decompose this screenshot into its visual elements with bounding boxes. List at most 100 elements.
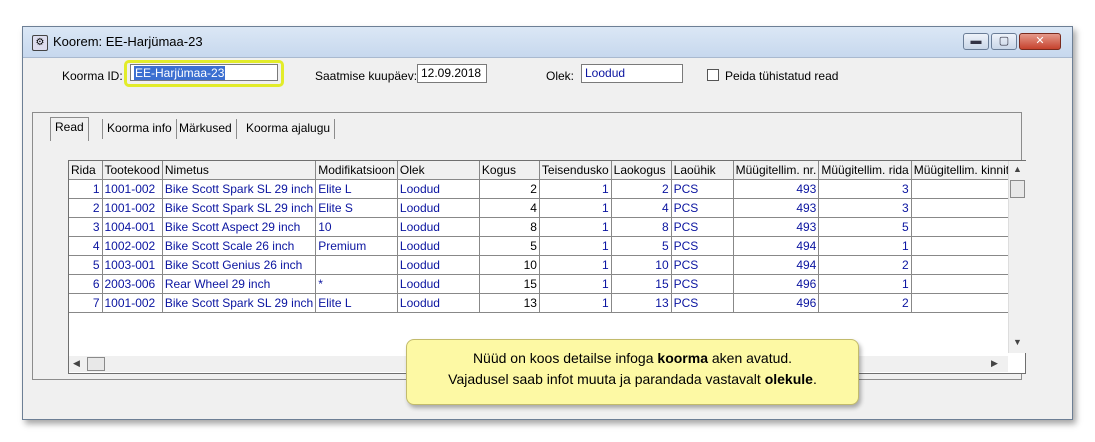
table-cell[interactable]: 4 xyxy=(69,236,103,256)
vertical-scrollbar[interactable]: ▲ ▼ xyxy=(1008,161,1026,353)
tab-koorma-ajalugu[interactable]: Koorma ajalugu xyxy=(242,119,336,139)
table-cell[interactable]: Bike Scott Aspect 29 inch xyxy=(162,217,317,237)
table-cell[interactable]: Premium xyxy=(315,236,398,256)
table-cell[interactable]: 1 xyxy=(539,236,612,256)
table-cell[interactable]: 7 xyxy=(69,293,103,313)
table-cell[interactable]: 4 xyxy=(479,198,540,218)
table-row[interactable]: 6 2003-006 Rear Wheel 29 inch * Loodud 15 1 15 P… xyxy=(69,274,1025,294)
table-cell[interactable]: * xyxy=(315,274,398,294)
table-cell[interactable]: 10 xyxy=(315,217,398,237)
table-cell[interactable]: PCS xyxy=(671,179,734,199)
col-header-rida[interactable]: Rida xyxy=(69,161,103,180)
table-cell[interactable]: 496 xyxy=(733,274,820,294)
table-cell[interactable]: Bike Scott Spark SL 29 inch xyxy=(162,179,317,199)
table-cell[interactable]: 2 xyxy=(818,293,912,313)
table-cell[interactable]: 1 xyxy=(539,198,612,218)
maximize-icon[interactable]: ▢ xyxy=(991,33,1017,50)
table-cell[interactable]: Bike Scott Scale 26 inch xyxy=(162,236,317,256)
table-cell[interactable]: 1 xyxy=(539,217,612,237)
table-cell[interactable]: PCS xyxy=(671,274,734,294)
table-cell[interactable]: 1 xyxy=(818,236,912,256)
olek-input[interactable]: Loodud xyxy=(581,64,683,83)
table-cell[interactable]: 8 xyxy=(479,217,540,237)
table-row[interactable]: 3 1004-001 Bike Scott Aspect 29 inch 10 Lood… xyxy=(69,217,1025,237)
table-cell[interactable]: 494 xyxy=(733,255,820,275)
table-cell[interactable]: Elite L xyxy=(315,293,398,313)
saatmise-kuupaev-input[interactable]: 12.09.2018 xyxy=(417,64,487,83)
table-cell[interactable]: 493 xyxy=(733,179,820,199)
table-cell[interactable]: 5 xyxy=(479,236,540,256)
table-cell[interactable]: 1 xyxy=(539,255,612,275)
table-cell[interactable]: Loodud xyxy=(397,198,480,218)
table-row[interactable]: 2 1001-002 Bike Scott Spark SL 29 inch Elit… xyxy=(69,198,1025,218)
col-header-myygitellim-rida[interactable]: Müügitellim. rida xyxy=(818,161,912,180)
table-cell[interactable]: 8 xyxy=(611,217,672,237)
vertical-scroll-thumb[interactable] xyxy=(1010,180,1025,198)
table-cell[interactable]: 13 xyxy=(479,293,540,313)
table-cell[interactable]: 6 xyxy=(69,274,103,294)
table-cell[interactable]: 1 xyxy=(69,179,103,199)
table-cell[interactable]: Loodud xyxy=(397,255,480,275)
table-cell[interactable] xyxy=(315,255,398,275)
table-cell[interactable]: 1002-002 xyxy=(102,236,163,256)
table-cell[interactable]: 1001-002 xyxy=(102,293,163,313)
table-cell[interactable]: 3 xyxy=(818,198,912,218)
tab-markused[interactable]: Märkused xyxy=(175,119,237,139)
col-header-teisendusko[interactable]: Teisendusko xyxy=(539,161,612,180)
table-cell[interactable]: Rear Wheel 29 inch xyxy=(162,274,317,294)
title-bar[interactable]: ⚙ Koorem: EE-Harjümaa-23 ▬ ▢ ✕ xyxy=(23,27,1072,58)
table-cell[interactable]: Loodud xyxy=(397,236,480,256)
close-icon[interactable]: ✕ xyxy=(1019,33,1061,50)
scroll-down-icon[interactable]: ▼ xyxy=(1013,337,1022,347)
col-header-kogus[interactable]: Kogus xyxy=(479,161,540,180)
table-cell[interactable]: 10 xyxy=(611,255,672,275)
table-cell[interactable]: 2 xyxy=(479,179,540,199)
table-cell[interactable]: 1 xyxy=(539,179,612,199)
table-cell[interactable]: PCS xyxy=(671,198,734,218)
table-cell[interactable]: 496 xyxy=(733,293,820,313)
table-cell[interactable]: 1004-001 xyxy=(102,217,163,237)
table-row[interactable]: 4 1002-002 Bike Scott Scale 26 inch Premium… xyxy=(69,236,1025,256)
col-header-modifikatsioon[interactable]: Modifikatsioon xyxy=(315,161,398,180)
table-cell[interactable]: Elite S xyxy=(315,198,398,218)
col-header-olek[interactable]: Olek xyxy=(397,161,480,180)
table-cell[interactable]: 2 xyxy=(69,198,103,218)
table-cell[interactable]: 5 xyxy=(69,255,103,275)
table-cell[interactable]: 2003-006 xyxy=(102,274,163,294)
scroll-right-icon[interactable]: ▶ xyxy=(991,358,998,369)
col-header-nimetus[interactable]: Nimetus xyxy=(162,161,317,180)
table-row[interactable]: 1 1001-002 Bike Scott Spark SL 29 inch Elit… xyxy=(69,179,1025,199)
table-cell[interactable]: Elite L xyxy=(315,179,398,199)
table-cell[interactable]: 2 xyxy=(818,255,912,275)
table-cell[interactable]: Bike Scott Genius 26 inch xyxy=(162,255,317,275)
scroll-left-icon[interactable]: ◀ xyxy=(73,358,80,369)
table-cell[interactable]: 1 xyxy=(818,274,912,294)
table-row[interactable]: 7 1001-002 Bike Scott Spark SL 29 inch Elit… xyxy=(69,293,1025,313)
table-cell[interactable]: Loodud xyxy=(397,217,480,237)
table-row[interactable]: 5 1003-001 Bike Scott Genius 26 inch Loodud… xyxy=(69,255,1025,275)
table-cell[interactable]: 15 xyxy=(611,274,672,294)
table-cell[interactable]: 493 xyxy=(733,217,820,237)
table-cell[interactable]: Bike Scott Spark SL 29 inch xyxy=(162,293,317,313)
table-cell[interactable]: Loodud xyxy=(397,274,480,294)
table-cell[interactable]: 10 xyxy=(479,255,540,275)
table-cell[interactable]: 1 xyxy=(539,274,612,294)
peida-tuhistatud-checkbox[interactable] xyxy=(707,69,719,81)
table-cell[interactable]: Loodud xyxy=(397,293,480,313)
table-cell[interactable]: 1003-001 xyxy=(102,255,163,275)
col-header-myygitellim-nr[interactable]: Müügitellim. nr. xyxy=(733,161,820,180)
table-cell[interactable]: 2 xyxy=(611,179,672,199)
table-cell[interactable]: 5 xyxy=(818,217,912,237)
scroll-up-icon[interactable]: ▲ xyxy=(1013,164,1022,174)
table-cell[interactable]: 1 xyxy=(539,293,612,313)
col-header-laokogus[interactable]: Laokogus xyxy=(611,161,672,180)
table-cell[interactable]: PCS xyxy=(671,236,734,256)
table-cell[interactable]: 4 xyxy=(611,198,672,218)
table-cell[interactable]: 1001-002 xyxy=(102,198,163,218)
minimize-icon[interactable]: ▬ xyxy=(963,33,989,50)
tab-koorma-info[interactable]: Koorma info xyxy=(102,119,177,139)
table-cell[interactable]: 15 xyxy=(479,274,540,294)
table-cell[interactable]: 3 xyxy=(69,217,103,237)
table-cell[interactable]: 494 xyxy=(733,236,820,256)
col-header-tootekood[interactable]: Tootekood xyxy=(102,161,163,180)
